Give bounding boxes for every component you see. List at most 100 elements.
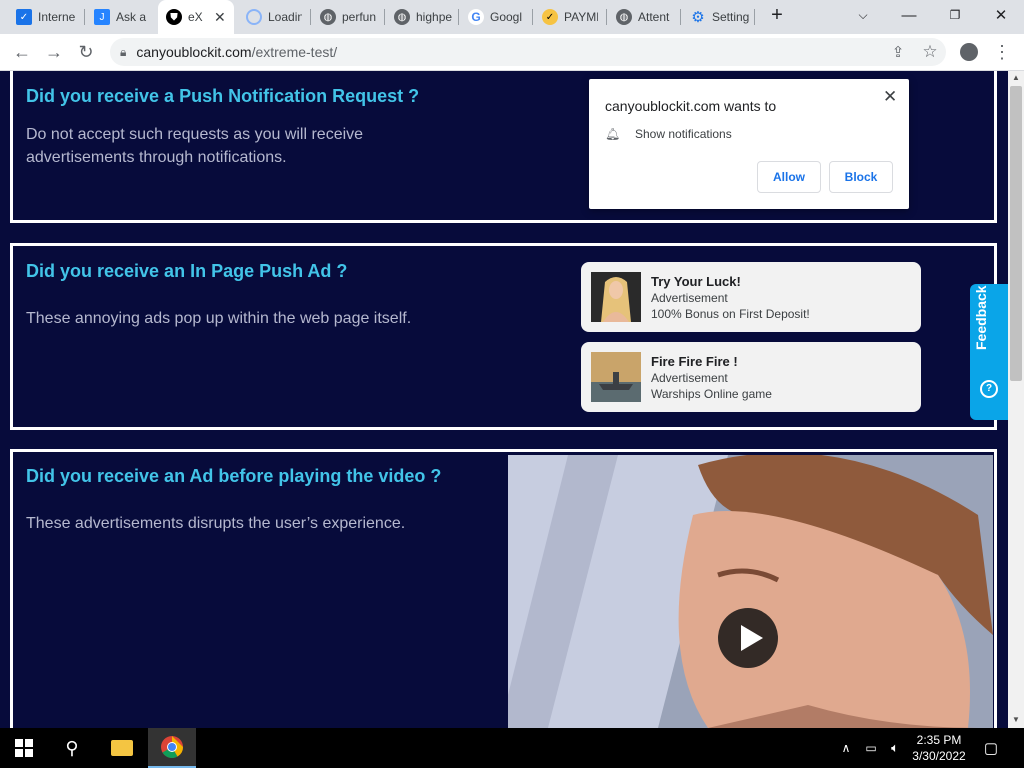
url-path: /extreme-test/	[251, 44, 338, 60]
clock[interactable]: 2:35 PM 3/30/2022	[906, 732, 972, 764]
ad-text: Warships Online game	[651, 387, 772, 401]
tab-label: Setting	[712, 10, 750, 24]
tab-label: Attent	[638, 10, 670, 24]
feedback-label: Feedback	[973, 285, 989, 350]
lock-icon: 🔒︎	[120, 44, 127, 59]
tab-google[interactable]: G Googl	[460, 0, 532, 34]
tab-separator	[458, 9, 459, 25]
play-button[interactable]	[718, 608, 778, 668]
tab-settings[interactable]: ⚙ Setting	[682, 0, 754, 34]
share-icon: ⇪	[891, 44, 905, 61]
reload-icon: ↻	[78, 41, 94, 62]
back-button[interactable]: ←	[9, 40, 35, 64]
taskbar: ⚲ ∧ ▭ 🔈︎ 2:35 PM 3/30/2022 ▢	[0, 728, 1024, 768]
globe-icon: ◍	[616, 9, 632, 25]
share-button[interactable]: ⇪	[885, 40, 911, 64]
bell-icon: 🔔︎	[605, 127, 621, 141]
prompt-site-text: canyoublockit.com wants to	[605, 98, 777, 114]
tab-strip: ✓ Interne J Ask a ( ⛊ eX ✕ Loadin ◍ perf…	[0, 0, 1024, 34]
tab-perfun[interactable]: ◍ perfun	[312, 0, 384, 34]
tab-label: perfun	[342, 10, 377, 24]
tab-separator	[532, 9, 533, 25]
reload-button[interactable]: ↻	[73, 40, 99, 64]
plus-icon: +	[771, 3, 783, 26]
profile-button[interactable]	[956, 40, 982, 64]
ad-label: Advertisement	[651, 371, 728, 385]
scroll-up-icon[interactable]: ▲	[1010, 73, 1022, 82]
volume-icon[interactable]: 🔈︎	[884, 728, 906, 768]
tab-highpe[interactable]: ◍ highpe	[386, 0, 458, 34]
section-description: These advertisements disrupts the user’s…	[26, 515, 406, 532]
tab-close-icon[interactable]: ✕	[214, 9, 226, 26]
folder-icon	[111, 740, 133, 756]
tab-separator	[606, 9, 607, 25]
more-vert-icon: ⋮	[993, 41, 1011, 62]
push-ad-card[interactable]: Fire Fire Fire ! Advertisement Warships …	[581, 342, 921, 412]
close-window-button[interactable]: ✕	[978, 0, 1024, 30]
tab-ask[interactable]: J Ask a (	[86, 0, 158, 34]
tab-separator	[84, 9, 85, 25]
gear-icon: ⚙	[691, 9, 705, 26]
section-description: Do not accept such requests as you will …	[26, 126, 364, 166]
shield-icon: ⛊	[166, 9, 182, 25]
scroll-down-icon[interactable]: ▼	[1010, 715, 1022, 724]
browser-toolbar: ← → ↻ 🔒︎ canyoublockit.com/extreme-test/…	[0, 34, 1024, 71]
minimize-icon: —	[901, 6, 917, 24]
section-title: Did you receive an In Page Push Ad ?	[26, 261, 348, 281]
prompt-permission-text: Show notifications	[635, 127, 732, 141]
tab-label: Ask a (	[116, 10, 150, 24]
minimize-button[interactable]: —	[886, 0, 932, 30]
scrollbar-thumb[interactable]	[1010, 86, 1022, 381]
feedback-tab[interactable]: Feedback ?	[970, 284, 1008, 420]
check-icon: ✓	[542, 9, 558, 25]
date: 3/30/2022	[912, 749, 966, 763]
bookmark-button[interactable]: ☆	[917, 40, 943, 64]
address-bar[interactable]: 🔒︎ canyoublockit.com/extreme-test/	[110, 38, 946, 66]
tab-extreme-test[interactable]: ⛊ eX ✕	[158, 0, 234, 34]
tab-attent[interactable]: ◍ Attent	[608, 0, 680, 34]
restore-button[interactable]: ❐	[932, 0, 978, 30]
start-button[interactable]	[0, 728, 48, 768]
tab-separator	[310, 9, 311, 25]
avatar	[960, 43, 978, 61]
url-host: canyoublockit.com	[136, 44, 252, 60]
notifications-icon[interactable]: ▢	[980, 728, 1002, 768]
ad-title: Fire Fire Fire !	[651, 354, 738, 369]
tab-payme[interactable]: ✓ PAYME	[534, 0, 606, 34]
arrow-left-icon: ←	[13, 41, 31, 62]
tray-chevron-icon[interactable]: ∧	[836, 728, 856, 768]
new-tab-button[interactable]: +	[754, 0, 800, 30]
section-title: Did you receive an Ad before playing the…	[26, 466, 442, 486]
search-button[interactable]: ⚲	[48, 728, 96, 768]
windows-icon	[15, 739, 33, 757]
play-icon	[741, 625, 763, 651]
question-icon: ?	[980, 380, 998, 398]
chevron-down-icon: ⌵	[858, 7, 868, 22]
tab-label: highpe	[416, 10, 452, 24]
network-icon[interactable]: ▭	[860, 728, 882, 768]
tab-internet[interactable]: ✓ Interne	[8, 0, 84, 34]
push-ad-card[interactable]: Try Your Luck! Advertisement 100% Bonus …	[581, 262, 921, 332]
video-player[interactable]	[508, 455, 993, 728]
menu-button[interactable]: ⋮	[989, 40, 1015, 64]
tab-search-button[interactable]: ⌵	[840, 0, 886, 30]
tab-loading[interactable]: Loadin	[238, 0, 310, 34]
time: 2:35 PM	[916, 733, 962, 747]
allow-button[interactable]: Allow	[757, 161, 821, 193]
forward-button[interactable]: →	[41, 40, 67, 64]
tab-label: PAYME	[564, 10, 598, 24]
block-button[interactable]: Block	[829, 161, 893, 193]
restore-icon: ❐	[949, 8, 961, 22]
ad-thumbnail	[591, 352, 641, 402]
star-icon: ☆	[922, 42, 938, 61]
globe-icon: ◍	[320, 9, 336, 25]
arrow-right-icon: →	[45, 41, 63, 62]
search-icon: ⚲	[65, 737, 79, 758]
section-title: Did you receive a Push Notification Requ…	[26, 86, 420, 106]
file-explorer-button[interactable]	[98, 728, 146, 768]
notification-permission-prompt: canyoublockit.com wants to ✕ 🔔︎ Show not…	[589, 79, 909, 209]
globe-icon: ◍	[394, 9, 410, 25]
prompt-close-button[interactable]: ✕	[883, 87, 897, 107]
chrome-taskbar-button[interactable]	[148, 728, 196, 768]
checkbox-icon: ✓	[16, 9, 32, 25]
